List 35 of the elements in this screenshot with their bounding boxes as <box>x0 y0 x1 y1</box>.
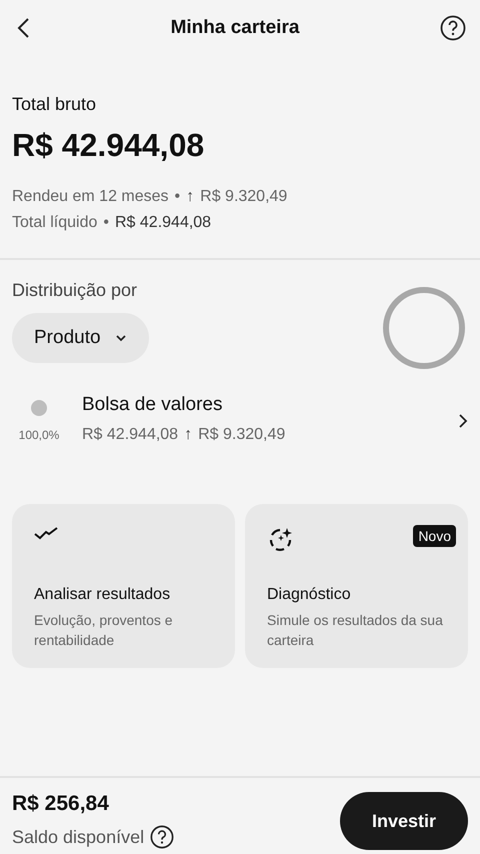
card-title: Analisar resultados <box>34 586 172 604</box>
back-icon[interactable] <box>16 17 30 39</box>
page-title: Minha carteira <box>170 17 300 39</box>
net-label: Total líquido <box>12 213 98 233</box>
help-icon[interactable] <box>440 15 466 41</box>
total-amount: R$ 42.944,08 <box>12 127 206 164</box>
total-label: Total bruto <box>12 94 98 115</box>
item-gain: R$ 9.320,49 <box>198 425 286 445</box>
yield-label: Rendeu em 12 meses <box>12 187 169 207</box>
new-badge: Novo <box>413 525 456 547</box>
trend-line-icon <box>34 526 58 540</box>
shortcut-card[interactable]: Analisar resultados Evolução, proventos e rentabilidade <box>12 504 235 668</box>
separator-dot: • <box>103 213 109 233</box>
up-arrow: ↑ <box>184 425 192 445</box>
card-title: Diagnóstico <box>267 586 352 604</box>
item-value: R$ 42.944,08 <box>82 425 178 445</box>
balance-label: Saldo disponível <box>12 826 144 849</box>
invest-button[interactable]: Investir <box>340 792 468 850</box>
up-arrow: ↑ <box>186 187 194 207</box>
separator-dot: • <box>174 187 180 207</box>
chevron-down-icon <box>114 334 127 342</box>
shortcut-card[interactable]: Novo Diagnóstico Simule os resultados da sua carteira <box>245 504 468 668</box>
chevron-right-icon <box>458 413 468 429</box>
balance-amount: R$ 256,84 <box>12 792 110 816</box>
card-description: Simule os resultados da sua carteira <box>267 611 444 650</box>
item-percent: 100,0% <box>18 428 60 442</box>
distribution-item[interactable]: 100,0% Bolsa de valores R$ 42.944,08 ↑ R$ 9.320,49 <box>12 394 468 448</box>
yield-value: R$ 9.320,49 <box>200 187 288 207</box>
distribution-label: Distribuição por <box>12 280 138 301</box>
help-icon[interactable] <box>150 825 174 849</box>
net-value: R$ 42.944,08 <box>115 213 212 233</box>
product-dropdown[interactable]: Produto <box>12 313 149 363</box>
legend-dot-icon <box>31 400 47 416</box>
card-description: Evolução, proventos e rentabilidade <box>34 611 174 650</box>
item-name: Bolsa de valores <box>82 394 224 416</box>
